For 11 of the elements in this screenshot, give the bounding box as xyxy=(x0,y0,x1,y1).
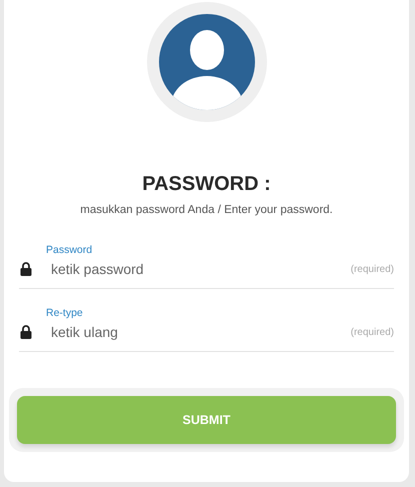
password-field[interactable]: ketik password xyxy=(51,258,351,280)
required-hint: (required) xyxy=(350,326,394,340)
page-title: PASSWORD : xyxy=(142,172,271,196)
lock-icon xyxy=(20,325,32,339)
password-field[interactable]: ketik ulang xyxy=(51,322,351,342)
lock-icon xyxy=(20,262,32,276)
field-label: Password xyxy=(46,243,94,258)
subtitle: masukkan password Anda / Enter your password. xyxy=(80,203,333,218)
field-label: Re-type xyxy=(46,306,84,321)
submit-button[interactable]: SUBMIT xyxy=(17,396,396,444)
required-hint: (required) xyxy=(350,262,394,276)
